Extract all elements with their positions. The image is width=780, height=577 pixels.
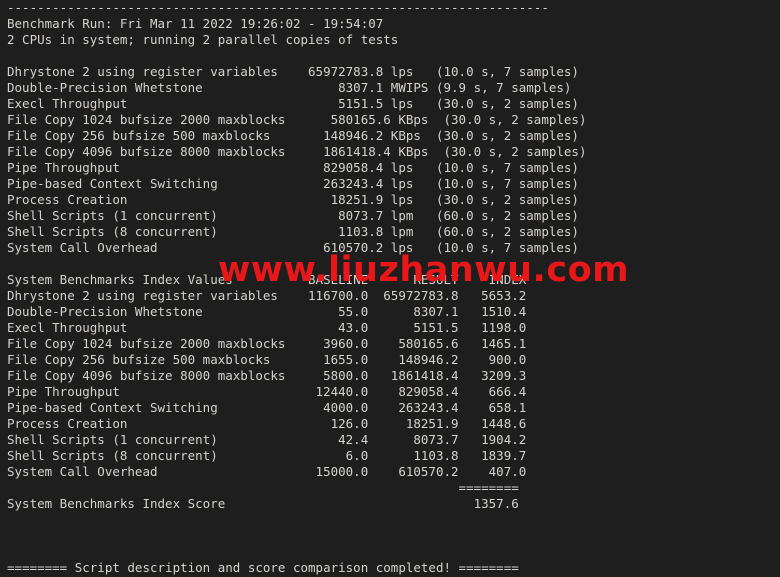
index-table-row: Shell Scripts (1 concurrent) 42.4 8073.7… <box>7 432 527 447</box>
footer-message: ======== Script description and score co… <box>7 560 519 575</box>
index-table-row: Process Creation 126.0 18251.9 1448.6 <box>7 416 527 431</box>
index-score-line: System Benchmarks Index Score 1357.6 <box>7 496 519 511</box>
raw-result-row: Process Creation 18251.9 lps (30.0 s, 2 … <box>7 192 579 207</box>
raw-result-row: File Copy 256 bufsize 500 maxblocks 1489… <box>7 128 579 143</box>
raw-result-row: Pipe-based Context Switching 263243.4 lp… <box>7 176 579 191</box>
raw-result-row: File Copy 4096 bufsize 8000 maxblocks 18… <box>7 144 587 159</box>
score-separator: ======== <box>7 480 519 495</box>
raw-result-row: Shell Scripts (8 concurrent) 1103.8 lpm … <box>7 224 579 239</box>
raw-result-row: Double-Precision Whetstone 8307.1 MWIPS … <box>7 80 572 95</box>
raw-result-row: Execl Throughput 5151.5 lps (30.0 s, 2 s… <box>7 96 579 111</box>
index-table-row: System Call Overhead 15000.0 610570.2 40… <box>7 464 527 479</box>
index-table-row: File Copy 4096 bufsize 8000 maxblocks 58… <box>7 368 527 383</box>
raw-result-row: Shell Scripts (1 concurrent) 8073.7 lpm … <box>7 208 579 223</box>
index-table-row: Pipe Throughput 12440.0 829058.4 666.4 <box>7 384 527 399</box>
cpu-info-line: 2 CPUs in system; running 2 parallel cop… <box>7 32 399 47</box>
benchmark-run-line: Benchmark Run: Fri Mar 11 2022 19:26:02 … <box>7 16 384 31</box>
index-table-row: File Copy 256 bufsize 500 maxblocks 1655… <box>7 352 527 367</box>
index-table-row: Shell Scripts (8 concurrent) 6.0 1103.8 … <box>7 448 527 463</box>
index-table-row: File Copy 1024 bufsize 2000 maxblocks 39… <box>7 336 527 351</box>
index-table-row: Double-Precision Whetstone 55.0 8307.1 1… <box>7 304 527 319</box>
index-table-row: Execl Throughput 43.0 5151.5 1198.0 <box>7 320 527 335</box>
index-table-header: System Benchmarks Index Values BASELINE … <box>7 272 527 287</box>
raw-result-row: Pipe Throughput 829058.4 lps (10.0 s, 7 … <box>7 160 579 175</box>
raw-result-row: File Copy 1024 bufsize 2000 maxblocks 58… <box>7 112 587 127</box>
raw-result-row: Dhrystone 2 using register variables 659… <box>7 64 579 79</box>
header-divider: ----------------------------------------… <box>7 0 549 15</box>
terminal-window: ----------------------------------------… <box>0 0 780 577</box>
index-table-row: Pipe-based Context Switching 4000.0 2632… <box>7 400 527 415</box>
index-table-row: Dhrystone 2 using register variables 116… <box>7 288 527 303</box>
terminal-console-output: ----------------------------------------… <box>7 0 586 576</box>
raw-result-row: System Call Overhead 610570.2 lps (10.0 … <box>7 240 579 255</box>
